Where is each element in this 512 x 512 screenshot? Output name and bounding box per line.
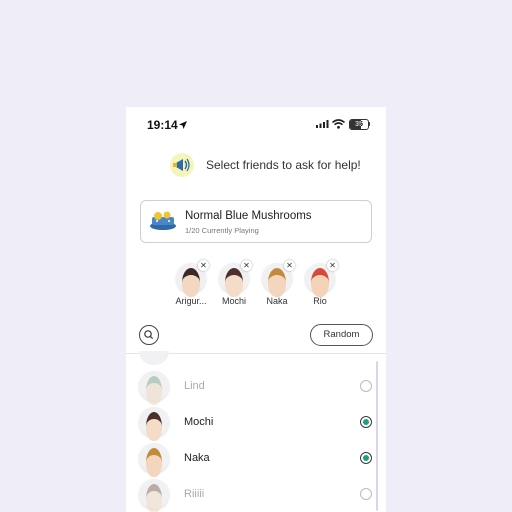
- remove-icon[interactable]: ✕: [284, 260, 295, 271]
- selected-friend-name: Rio: [313, 296, 327, 306]
- mushroom-game-icon: [150, 211, 176, 230]
- game-players: 1/20 Currently Playing: [185, 226, 259, 235]
- avatar: ✕: [305, 260, 338, 297]
- megaphone-icon: [170, 153, 194, 177]
- selected-friend-name: Arigur...: [175, 296, 207, 306]
- selected-friend[interactable]: ✕ Mochi: [214, 260, 254, 313]
- list-item[interactable]: Lind: [126, 369, 386, 405]
- selected-friend[interactable]: ✕ Naka: [257, 260, 297, 313]
- avatar: ✕: [176, 260, 209, 297]
- battery-icon: 35: [349, 119, 369, 130]
- list-item[interactable]: Riiiii: [126, 477, 386, 512]
- wifi-icon: [332, 119, 345, 129]
- location-arrow-icon: [179, 121, 187, 129]
- list-item[interactable]: Mochi: [126, 405, 386, 441]
- random-button[interactable]: Random: [310, 324, 373, 346]
- selected-friend-name: Naka: [266, 296, 288, 306]
- selected-friend-name: Mochi: [221, 296, 246, 306]
- friend-select-screen: 19:14 35 Select friends to ask for help!: [126, 107, 386, 512]
- list-item[interactable]: Naka: [126, 441, 386, 477]
- avatar: [139, 351, 169, 365]
- friend-name: Lind: [184, 380, 205, 392]
- cellular-signal-icon: [316, 120, 329, 128]
- game-card[interactable]: Normal Blue Mushrooms 1/20 Currently Pla…: [140, 200, 372, 243]
- avatar: [139, 443, 169, 477]
- select-radio[interactable]: [360, 452, 372, 464]
- avatar: ✕: [262, 260, 295, 297]
- select-radio[interactable]: [360, 380, 372, 392]
- friend-name: Riiiii: [184, 488, 205, 500]
- battery-level: 35: [355, 121, 363, 128]
- status-time: 19:14: [147, 118, 178, 132]
- friend-name: Mochi: [184, 416, 214, 428]
- game-title: Normal Blue Mushrooms: [185, 210, 312, 222]
- selected-friend[interactable]: ✕ Rio: [300, 260, 340, 313]
- selected-friend[interactable]: ✕ Arigur...: [171, 260, 211, 313]
- search-button[interactable]: [139, 325, 159, 345]
- select-radio[interactable]: [360, 416, 372, 428]
- search-icon: [144, 330, 154, 340]
- remove-icon[interactable]: ✕: [198, 260, 209, 271]
- avatar: [139, 407, 169, 441]
- friend-name: Naka: [184, 452, 210, 464]
- scrollbar[interactable]: [376, 361, 378, 511]
- avatar: ✕: [219, 260, 252, 297]
- status-bar: 19:14 35: [126, 107, 386, 143]
- select-radio[interactable]: [360, 488, 372, 500]
- avatar: [139, 371, 169, 405]
- remove-icon[interactable]: ✕: [327, 260, 338, 271]
- page-title: Select friends to ask for help!: [206, 158, 361, 172]
- remove-icon[interactable]: ✕: [241, 260, 252, 271]
- avatar: [139, 479, 169, 512]
